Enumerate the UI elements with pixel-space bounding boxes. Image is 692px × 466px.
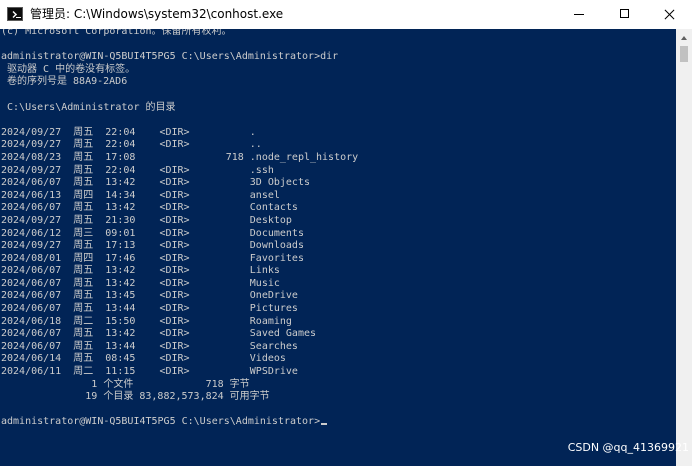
console-line: 卷的序列号是 88A9-2AD6 — [1, 76, 128, 88]
console-line: 2024/06/07 周五 13:42 <DIR> 3D Objects — [1, 177, 310, 189]
vertical-scrollbar[interactable] — [676, 29, 692, 466]
console-line: 2024/08/23 周五 17:08 718 .node_repl_histo… — [1, 151, 359, 163]
console-text: (c) Microsoft Corporation。保留所有权利。 adminis… — [1, 29, 358, 429]
console-line: 2024/06/12 周三 09:01 <DIR> Documents — [1, 227, 304, 239]
console-line: 19 个目录 83,882,573,824 可用字节 — [1, 391, 270, 403]
maximize-icon[interactable] — [602, 0, 648, 29]
scroll-up-arrow-icon[interactable] — [676, 29, 692, 46]
console-line: 2024/06/07 周五 13:42 <DIR> Contacts — [1, 202, 298, 214]
console-line: 1 个文件 718 字节 — [1, 378, 250, 390]
console-line: 2024/06/07 周五 13:44 <DIR> Pictures — [1, 303, 298, 315]
console-line: 2024/06/07 周五 13:42 <DIR> Music — [1, 277, 280, 289]
console-line: 2024/08/01 周四 17:46 <DIR> Favorites — [1, 252, 304, 264]
console-line: 2024/09/27 周五 22:04 <DIR> .. — [1, 139, 262, 151]
console-window[interactable]: 管理员: C:\Windows\system32\conhost.exe (c)… — [0, 0, 692, 466]
console-line: 2024/06/07 周五 13:44 <DIR> Searches — [1, 340, 298, 352]
console-output-area[interactable]: (c) Microsoft Corporation。保留所有权利。 adminis… — [0, 29, 676, 466]
console-line: 2024/09/27 周五 22:04 <DIR> .ssh — [1, 164, 274, 176]
console-line: 2024/06/14 周五 08:45 <DIR> Videos — [1, 353, 286, 365]
console-line: 2024/06/18 周二 15:50 <DIR> Roaming — [1, 315, 292, 327]
console-line: 2024/09/27 周五 22:04 <DIR> . — [1, 126, 256, 138]
title-bar[interactable]: 管理员: C:\Windows\system32\conhost.exe — [0, 0, 692, 29]
console-line: administrator@WIN-Q5BUI4T5PG5 C:\Users\A… — [1, 51, 339, 63]
text-cursor — [321, 423, 328, 426]
console-line: C:\Users\Administrator 的目录 — [1, 101, 176, 113]
console-line: 2024/06/13 周四 14:34 <DIR> ansel — [1, 189, 280, 201]
close-icon[interactable] — [646, 0, 692, 29]
console-line: 2024/06/07 周五 13:42 <DIR> Links — [1, 265, 280, 277]
console-line: 2024/06/07 周五 13:42 <DIR> Saved Games — [1, 328, 317, 340]
console-line: 2024/09/27 周五 21:30 <DIR> Desktop — [1, 214, 292, 226]
console-line: 2024/06/07 周五 13:45 <DIR> OneDrive — [1, 290, 298, 302]
command-prompt-line: administrator@WIN-Q5BUI4T5PG5 C:\Users\A… — [1, 416, 358, 429]
watermark: CSDN @qq_41369921 — [567, 441, 689, 454]
console-line: 驱动器 C 中的卷没有标签。 — [1, 63, 136, 75]
console-icon[interactable] — [7, 7, 23, 21]
scrollbar-thumb[interactable] — [680, 46, 688, 62]
console-line: (c) Microsoft Corporation。保留所有权利。 — [1, 29, 232, 37]
minimize-icon[interactable] — [556, 0, 602, 29]
console-line: 2024/09/27 周五 17:13 <DIR> Downloads — [1, 240, 304, 252]
window-title: 管理员: C:\Windows\system32\conhost.exe — [30, 7, 284, 21]
console-line: 2024/06/11 周二 11:15 <DIR> WPSDrive — [1, 366, 298, 378]
